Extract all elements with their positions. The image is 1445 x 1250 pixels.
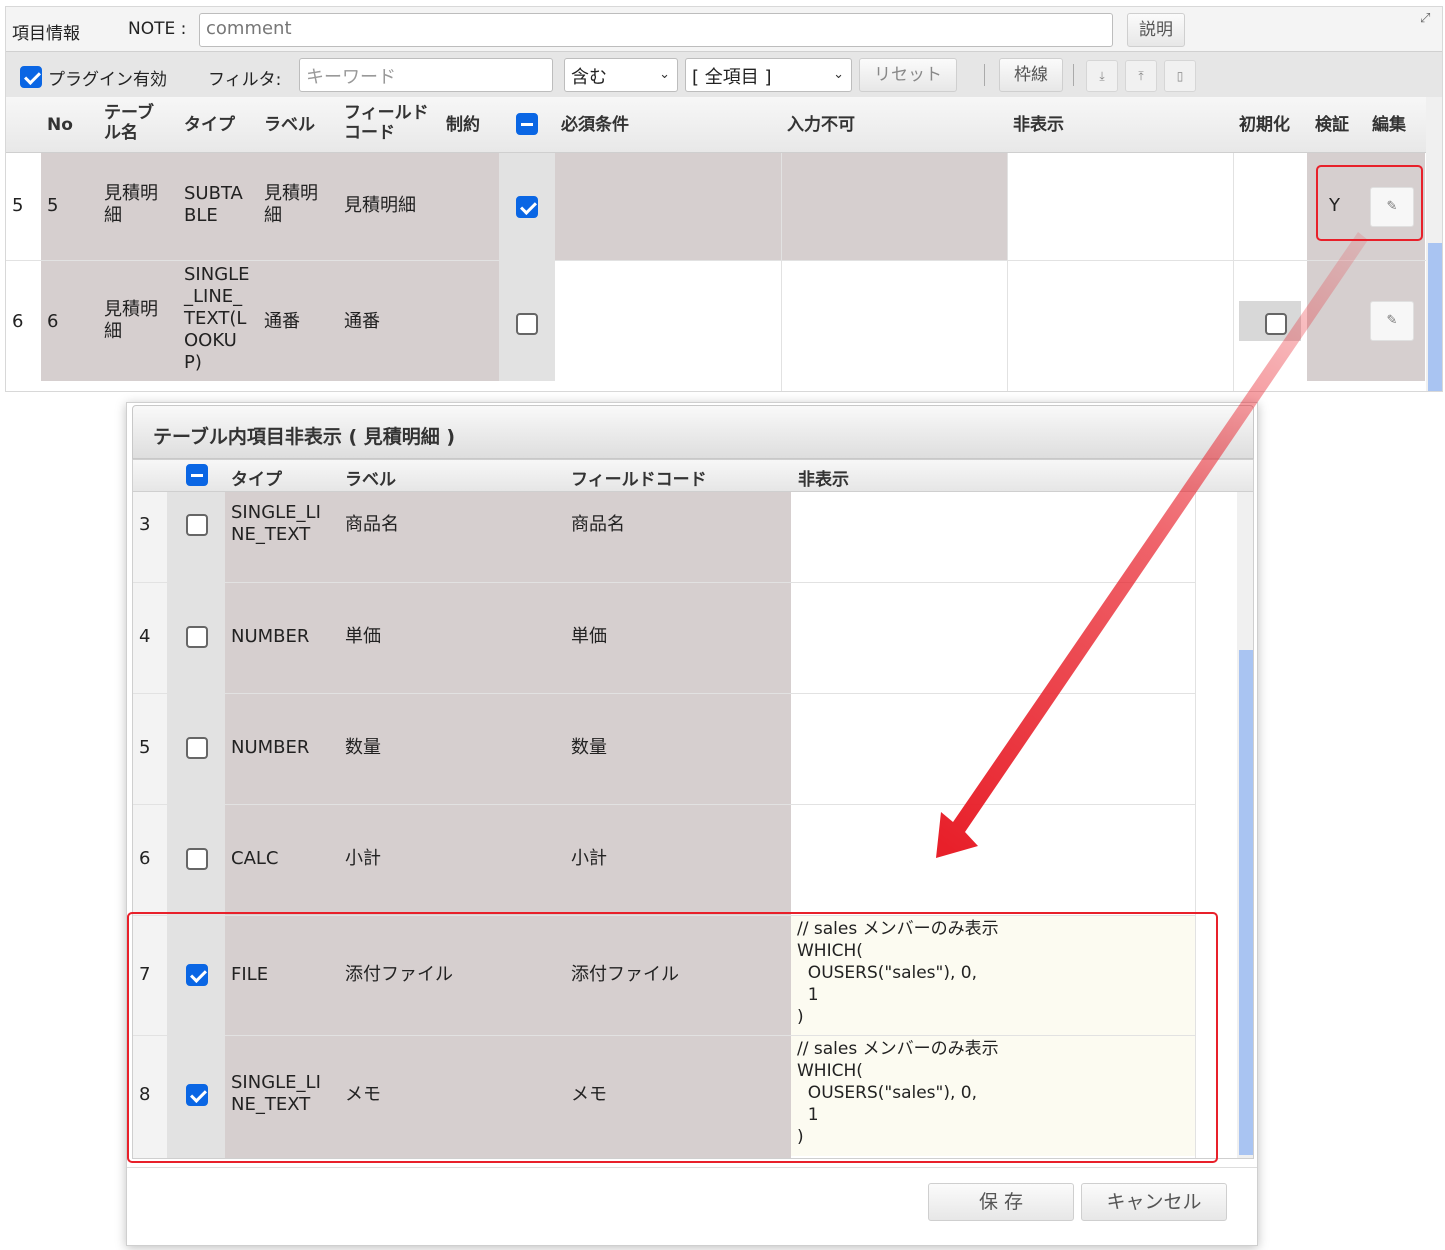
annotation-arrow [936, 232, 1368, 858]
